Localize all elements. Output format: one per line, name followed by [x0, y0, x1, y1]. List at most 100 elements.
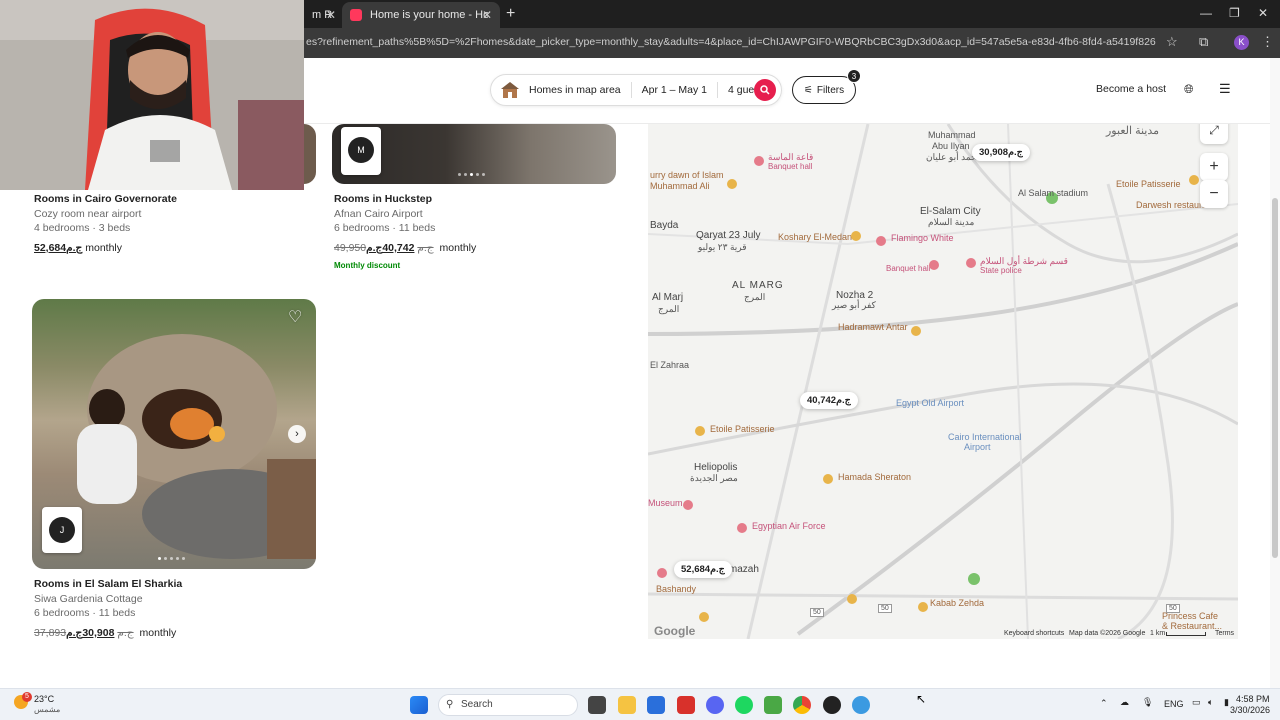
- food-pin-icon[interactable]: [1189, 175, 1199, 185]
- map-label: Kabab Zehda: [930, 598, 985, 608]
- listing-details: 6 bedrooms · 11 beds: [334, 222, 436, 234]
- photo-pagination-dots: [458, 173, 485, 176]
- map-panel[interactable]: مدينة العبور Muhammad Abu Ilyan محمد أبو…: [648, 124, 1238, 639]
- filters-label: Filters: [816, 84, 845, 96]
- terms-link[interactable]: Terms: [1215, 630, 1234, 637]
- map-label: Heliopolis: [694, 462, 738, 473]
- app-icon[interactable]: [852, 696, 870, 714]
- map-label: Al Salam stadium: [1018, 188, 1089, 198]
- search-button[interactable]: [754, 79, 776, 101]
- listing-title[interactable]: Rooms in El Salam El Sharkia: [34, 578, 182, 590]
- restaurant-pin-icon[interactable]: [876, 236, 886, 246]
- close-icon[interactable]: ✕: [482, 8, 492, 22]
- listing-price[interactable]: 52,684ج.م monthly: [34, 242, 122, 254]
- filters-button[interactable]: ⚟ Filters 3: [792, 69, 861, 104]
- become-host-link[interactable]: Become a host: [1096, 83, 1166, 95]
- restaurant-pin-icon[interactable]: [754, 156, 764, 166]
- zoom-in-button[interactable]: +: [1200, 153, 1228, 181]
- clock-time[interactable]: 4:58 PM: [1236, 694, 1270, 704]
- profile-avatar[interactable]: K: [1234, 35, 1249, 50]
- bookmark-star-icon[interactable]: ☆: [1166, 34, 1178, 50]
- keyboard-shortcuts-link[interactable]: Keyboard shortcuts: [1004, 630, 1064, 637]
- listing-title[interactable]: Rooms in Cairo Governorate: [34, 193, 177, 205]
- airbnb-favicon-icon: [350, 9, 362, 21]
- fullscreen-icon[interactable]: ⤢: [1200, 124, 1228, 144]
- museum-pin-icon[interactable]: [683, 500, 693, 510]
- price-pin[interactable]: 40,742ج.م: [800, 392, 858, 409]
- price-pin[interactable]: 52,684ج.م: [674, 561, 732, 578]
- map-label: Banquet hall: [886, 264, 931, 273]
- location-field[interactable]: Homes in map area: [519, 84, 631, 96]
- new-tab-button[interactable]: +: [506, 5, 515, 23]
- task-view-icon[interactable]: [588, 696, 606, 714]
- monthly-discount-badge: Monthly discount: [334, 261, 401, 270]
- store-icon[interactable]: [647, 696, 665, 714]
- search-icon: ⚲: [446, 699, 454, 710]
- browser-tab-active[interactable]: Home is your home - Houses fo ✕: [342, 2, 500, 28]
- listing-details: 4 bedrooms · 3 beds: [34, 222, 131, 234]
- map-label: Koshary El-Medan: [778, 232, 853, 242]
- battery-icon[interactable]: ▮: [1224, 697, 1229, 708]
- chevron-up-icon[interactable]: ⌃: [1100, 698, 1108, 709]
- network-icon[interactable]: ☁︎: [1120, 697, 1129, 708]
- zoom-out-button[interactable]: −: [1200, 180, 1228, 208]
- chevron-right-icon[interactable]: ›: [288, 425, 306, 443]
- listing-title[interactable]: Rooms in Huckstep: [334, 193, 432, 205]
- weather-temp[interactable]: 23°C: [34, 694, 54, 704]
- price-pin[interactable]: 30,908ج.م: [972, 144, 1030, 161]
- language-indicator[interactable]: ENG: [1164, 699, 1184, 709]
- url-field[interactable]: es?refinement_paths%5B%5D=%2Fhomes&date_…: [306, 36, 1156, 48]
- heart-icon[interactable]: ♡: [288, 307, 306, 326]
- map-scale: 1 km: [1150, 630, 1166, 637]
- restore-icon[interactable]: ❐: [1229, 6, 1240, 20]
- obs-icon[interactable]: [823, 696, 841, 714]
- price-amount: 52,684ج.م: [34, 242, 83, 254]
- weather-desc: مشمس: [34, 705, 61, 714]
- food-pin-icon[interactable]: [699, 612, 709, 622]
- food-pin-icon[interactable]: [918, 602, 928, 612]
- dates-field[interactable]: Apr 1 – May 1: [632, 84, 717, 96]
- hamburger-menu-icon[interactable]: ☰: [1219, 81, 1231, 97]
- food-pin-icon[interactable]: [851, 231, 861, 241]
- map-label: Cairo International: [948, 432, 1022, 442]
- food-pin-icon[interactable]: [911, 326, 921, 336]
- close-window-icon[interactable]: ✕: [1258, 6, 1268, 20]
- listing-price[interactable]: 49,950ج.م 40,742ج.م monthly: [334, 242, 476, 254]
- police-pin-icon[interactable]: [966, 258, 976, 268]
- more-menu-icon[interactable]: ⋮: [1261, 34, 1274, 50]
- spotify-icon[interactable]: [735, 696, 753, 714]
- restaurant-pin-icon[interactable]: [657, 568, 667, 578]
- map-label: Abu Ilyan: [932, 141, 970, 151]
- clock-date[interactable]: 3/30/2026: [1230, 705, 1270, 715]
- scrollbar-thumb[interactable]: [1272, 198, 1278, 558]
- search-bar[interactable]: Homes in map area Apr 1 – May 1 4 guests: [490, 74, 782, 106]
- food-pin-icon[interactable]: [727, 179, 737, 189]
- map-label: El-Salam City: [920, 206, 981, 217]
- restaurant-pin-icon[interactable]: [737, 523, 747, 533]
- display-icon[interactable]: ▭: [1192, 697, 1201, 708]
- restaurant-pin-icon[interactable]: [929, 260, 939, 270]
- listing-price[interactable]: 37,893ج.م 30,908ج.م monthly: [34, 627, 176, 639]
- minimize-icon[interactable]: —: [1200, 6, 1212, 20]
- sliders-icon: ⚟: [803, 84, 813, 96]
- microphone-icon[interactable]: 🎙︎: [1142, 697, 1153, 708]
- map-label: المرج: [658, 304, 680, 314]
- price-period: monthly: [439, 242, 477, 254]
- food-pin-icon[interactable]: [695, 426, 705, 436]
- file-explorer-icon[interactable]: [618, 696, 636, 714]
- upwork-icon[interactable]: [764, 696, 782, 714]
- close-icon[interactable]: ✕: [326, 8, 336, 22]
- volume-icon[interactable]: 🔈︎: [1208, 697, 1213, 708]
- browser-tab[interactable]: m R ✕: [304, 2, 340, 28]
- app-icon[interactable]: [677, 696, 695, 714]
- chrome-icon[interactable]: [793, 696, 811, 714]
- windows-start-icon[interactable]: [410, 696, 428, 714]
- taskbar-search[interactable]: ⚲ Search: [438, 694, 578, 716]
- globe-icon[interactable]: 🌐︎: [1184, 82, 1194, 97]
- food-pin-icon[interactable]: [847, 594, 857, 604]
- discord-icon[interactable]: [706, 696, 724, 714]
- extensions-icon[interactable]: ⧉: [1199, 34, 1208, 50]
- host-badge: M: [341, 127, 381, 175]
- food-pin-icon[interactable]: [823, 474, 833, 484]
- page-scrollbar[interactable]: [1270, 58, 1280, 690]
